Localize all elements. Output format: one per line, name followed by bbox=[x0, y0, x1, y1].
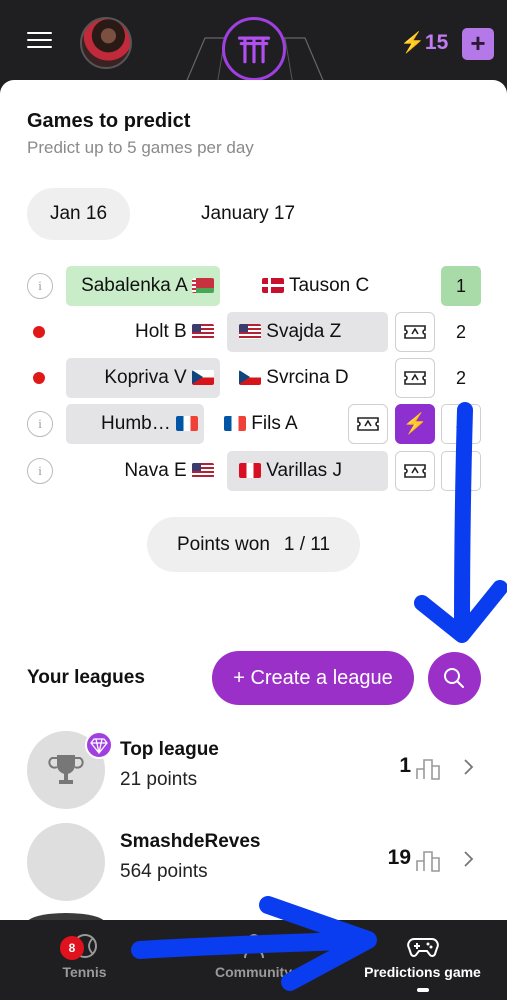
boost-bolt-button[interactable]: ⚡ bbox=[395, 404, 435, 444]
france-flag-icon bbox=[224, 416, 246, 431]
league-points: 21 points bbox=[120, 769, 198, 790]
chevron-right-icon bbox=[464, 759, 474, 775]
match-score: 1 bbox=[441, 266, 481, 306]
app-logo bbox=[222, 17, 286, 81]
top-bar: ⚡15 + bbox=[0, 0, 507, 85]
leagues-title: Your leagues bbox=[27, 667, 145, 688]
player-right[interactable]: Tauson C bbox=[250, 266, 411, 306]
search-leagues-button[interactable] bbox=[428, 652, 481, 705]
match-score bbox=[441, 451, 481, 491]
add-energy-button[interactable]: + bbox=[462, 28, 494, 60]
match-score: 2 bbox=[455, 368, 466, 388]
player-left[interactable]: Holt B bbox=[66, 312, 220, 352]
usa-flag-icon bbox=[239, 324, 261, 339]
live-indicator-icon bbox=[33, 326, 45, 338]
person-icon bbox=[243, 934, 264, 959]
info-icon[interactable]: i bbox=[27, 458, 53, 484]
info-icon[interactable]: i bbox=[27, 273, 53, 299]
date-tab-active[interactable]: Jan 16 bbox=[27, 188, 130, 240]
peru-flag-icon bbox=[239, 463, 261, 478]
belarus-flag-icon bbox=[192, 278, 214, 293]
usa-flag-icon bbox=[192, 324, 214, 339]
player-right[interactable]: Svajda Z bbox=[227, 312, 388, 352]
league-rank: 19 bbox=[387, 846, 411, 869]
league-avatar bbox=[27, 823, 105, 901]
active-tab-indicator bbox=[417, 988, 429, 992]
match-score: 4 bbox=[441, 404, 481, 444]
league-rank: 1 bbox=[399, 754, 411, 777]
league-name: SmashdeReves bbox=[120, 831, 261, 852]
league-name: Top league bbox=[120, 739, 219, 760]
points-won-pill: Points won 1 / 11 bbox=[147, 517, 360, 572]
match-row: Holt B Svajda Z 2 bbox=[0, 312, 507, 352]
points-label: Points won bbox=[176, 534, 270, 555]
live-indicator-icon bbox=[33, 372, 45, 384]
player-left[interactable]: Sabalenka A bbox=[66, 266, 220, 306]
trophy-icon bbox=[48, 755, 84, 784]
czech-flag-icon bbox=[192, 370, 214, 385]
main-card: Games to predict Predict up to 5 games p… bbox=[0, 80, 507, 920]
prediction-ticket-icon[interactable] bbox=[348, 404, 388, 444]
prediction-ticket-icon[interactable] bbox=[395, 358, 435, 398]
match-row: i Sabalenka A Tauson C 1 bbox=[0, 266, 507, 306]
match-row: i Humb… Fils A ⚡ 4 bbox=[0, 404, 507, 444]
league-item[interactable] bbox=[0, 913, 507, 920]
diamond-badge-icon bbox=[85, 731, 113, 759]
bolt-icon: ⚡ bbox=[400, 32, 425, 54]
energy-counter[interactable]: ⚡15 bbox=[400, 30, 448, 55]
gamepad-icon bbox=[406, 938, 439, 957]
search-icon bbox=[444, 668, 464, 688]
section-subtitle: Predict up to 5 games per day bbox=[27, 138, 254, 157]
league-points: 564 points bbox=[120, 861, 208, 882]
nav-community[interactable]: Community bbox=[169, 932, 338, 980]
match-row: i Nava E Varillas J bbox=[0, 451, 507, 491]
podium-icon bbox=[416, 759, 440, 780]
create-league-button[interactable]: + Create a league bbox=[212, 651, 414, 705]
nav-predictions-game[interactable]: Predictions game bbox=[338, 932, 507, 980]
player-left[interactable]: Humb… bbox=[66, 404, 204, 444]
czech-flag-icon bbox=[239, 370, 261, 385]
player-right[interactable]: Fils A bbox=[212, 404, 342, 444]
user-avatar[interactable] bbox=[80, 17, 132, 69]
energy-count: 15 bbox=[424, 31, 449, 54]
player-right[interactable]: Svrcina D bbox=[227, 358, 388, 398]
france-flag-icon bbox=[176, 416, 198, 431]
notification-badge: 8 bbox=[60, 936, 84, 960]
usa-flag-icon bbox=[192, 463, 214, 478]
menu-icon[interactable] bbox=[27, 32, 52, 48]
denmark-flag-icon bbox=[262, 278, 284, 293]
podium-icon bbox=[416, 851, 440, 872]
chevron-right-icon bbox=[464, 851, 474, 867]
player-right[interactable]: Varillas J bbox=[227, 451, 388, 491]
prediction-ticket-icon[interactable] bbox=[395, 451, 435, 491]
match-row: Kopriva V Svrcina D 2 bbox=[0, 358, 507, 398]
bottom-nav: Tennis 8 Community Predictions game bbox=[0, 920, 507, 1000]
date-tab[interactable]: January 17 bbox=[181, 188, 315, 240]
league-avatar bbox=[27, 913, 105, 920]
section-title: Games to predict bbox=[27, 110, 191, 132]
player-left[interactable]: Kopriva V bbox=[66, 358, 220, 398]
match-score: 2 bbox=[455, 322, 466, 342]
nav-tennis[interactable]: Tennis bbox=[0, 932, 169, 980]
points-value: 1 / 11 bbox=[283, 534, 331, 555]
league-item[interactable]: SmashdeReves 564 points 19 bbox=[0, 823, 507, 903]
prediction-ticket-icon[interactable] bbox=[395, 312, 435, 352]
league-item[interactable]: Top league 21 points 1 bbox=[0, 731, 507, 811]
info-icon[interactable]: i bbox=[27, 411, 53, 437]
player-left[interactable]: Nava E bbox=[66, 451, 220, 491]
